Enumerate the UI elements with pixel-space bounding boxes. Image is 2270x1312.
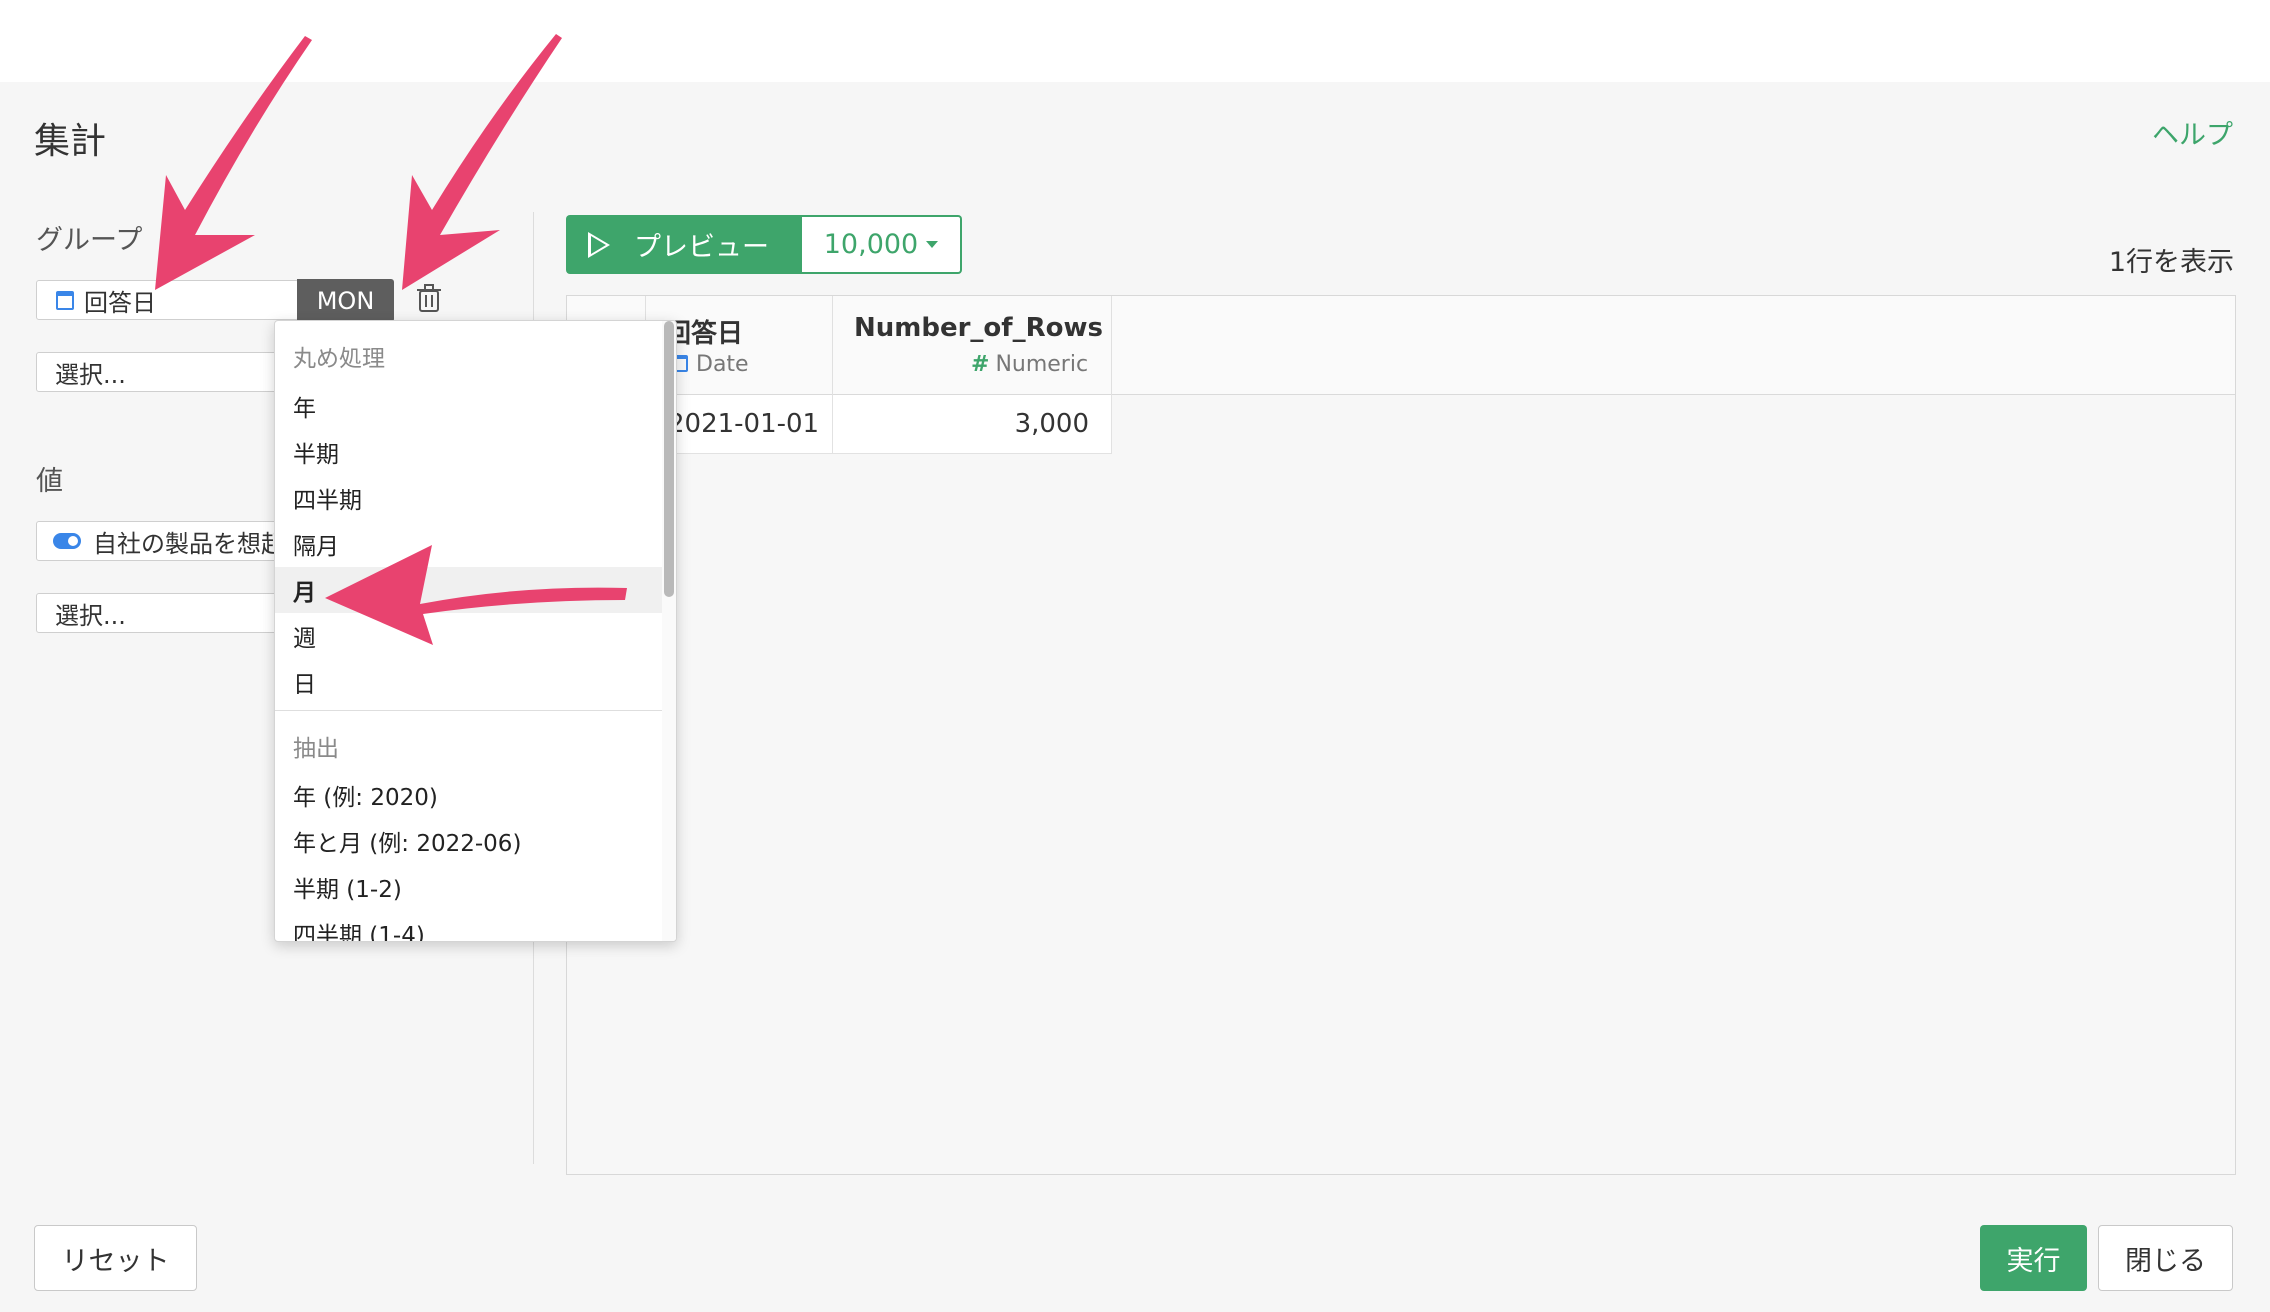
menu-item-half-year[interactable]: 半期 bbox=[275, 429, 662, 475]
menu-item-extract-quarter[interactable]: 四半期 (1-4) bbox=[275, 910, 662, 941]
hash-icon: # bbox=[971, 352, 990, 377]
row-limit-value: 10,000 bbox=[823, 229, 919, 260]
calendar-icon bbox=[56, 290, 74, 310]
group-add-select[interactable]: 選択... bbox=[36, 352, 286, 392]
reset-button[interactable]: リセット bbox=[34, 1225, 197, 1291]
play-icon bbox=[588, 231, 610, 258]
menu-item-extract-half[interactable]: 半期 (1-2) bbox=[275, 864, 662, 910]
toggle-icon bbox=[53, 533, 81, 549]
group-section-label: グループ bbox=[36, 225, 143, 256]
run-button[interactable]: 実行 bbox=[1980, 1225, 2087, 1291]
menu-item-bimonth[interactable]: 隔月 bbox=[275, 521, 662, 567]
rounding-dropdown-menu: 丸め処理 年 半期 四半期 隔月 月 週 日 抽出 年 (例: 2020) 年と… bbox=[274, 320, 677, 942]
rounding-select-button[interactable]: MON bbox=[297, 279, 394, 322]
menu-divider bbox=[275, 710, 662, 711]
help-link[interactable]: ヘルプ bbox=[2152, 113, 2233, 152]
extract-header: 抽出 bbox=[293, 736, 339, 762]
column-type-numeric: # Numeric bbox=[971, 352, 1088, 377]
column-header-rows[interactable]: Number_of_Rows bbox=[854, 313, 1103, 343]
menu-item-extract-year-month[interactable]: 年と月 (例: 2022-06) bbox=[275, 818, 662, 864]
row-limit-dropdown[interactable]: 10,000 bbox=[802, 215, 962, 274]
value-select-placeholder: 選択... bbox=[55, 601, 126, 630]
value-column-field[interactable]: 自社の製品を想起 bbox=[36, 521, 286, 561]
column-type-numeric-label: Numeric bbox=[995, 352, 1089, 377]
preview-button-label: プレビュー bbox=[634, 232, 769, 263]
trash-icon[interactable] bbox=[416, 283, 442, 313]
column-type-date-label: Date bbox=[696, 352, 749, 377]
group-column-label: 回答日 bbox=[84, 288, 156, 317]
menu-item-day[interactable]: 日 bbox=[275, 659, 662, 705]
value-column-label: 自社の製品を想起 bbox=[93, 529, 285, 558]
group-column-field[interactable]: 回答日 bbox=[36, 280, 299, 320]
table-cell: 3,000 bbox=[833, 395, 1112, 454]
menu-item-quarter[interactable]: 四半期 bbox=[275, 475, 662, 521]
row-count-text: 1行を表示 bbox=[2108, 247, 2234, 278]
menu-scrollbar-thumb[interactable] bbox=[664, 321, 674, 597]
menu-item-year[interactable]: 年 bbox=[275, 383, 662, 429]
rounding-header: 丸め処理 bbox=[293, 346, 385, 372]
close-button[interactable]: 閉じる bbox=[2098, 1225, 2233, 1291]
value-add-select[interactable]: 選択... bbox=[36, 593, 286, 633]
table-header bbox=[567, 296, 2235, 395]
dialog-title: 集計 bbox=[34, 121, 107, 162]
menu-item-month[interactable]: 月 bbox=[275, 567, 662, 613]
preview-button[interactable]: プレビュー bbox=[566, 215, 802, 274]
menu-item-extract-year[interactable]: 年 (例: 2020) bbox=[275, 772, 662, 818]
top-strip bbox=[0, 0, 2270, 82]
group-select-placeholder: 選択... bbox=[55, 360, 126, 389]
value-section-label: 値 bbox=[36, 466, 63, 497]
caret-down-icon bbox=[926, 241, 939, 248]
menu-item-week[interactable]: 週 bbox=[275, 613, 662, 659]
column-type-date: Date bbox=[672, 352, 749, 377]
